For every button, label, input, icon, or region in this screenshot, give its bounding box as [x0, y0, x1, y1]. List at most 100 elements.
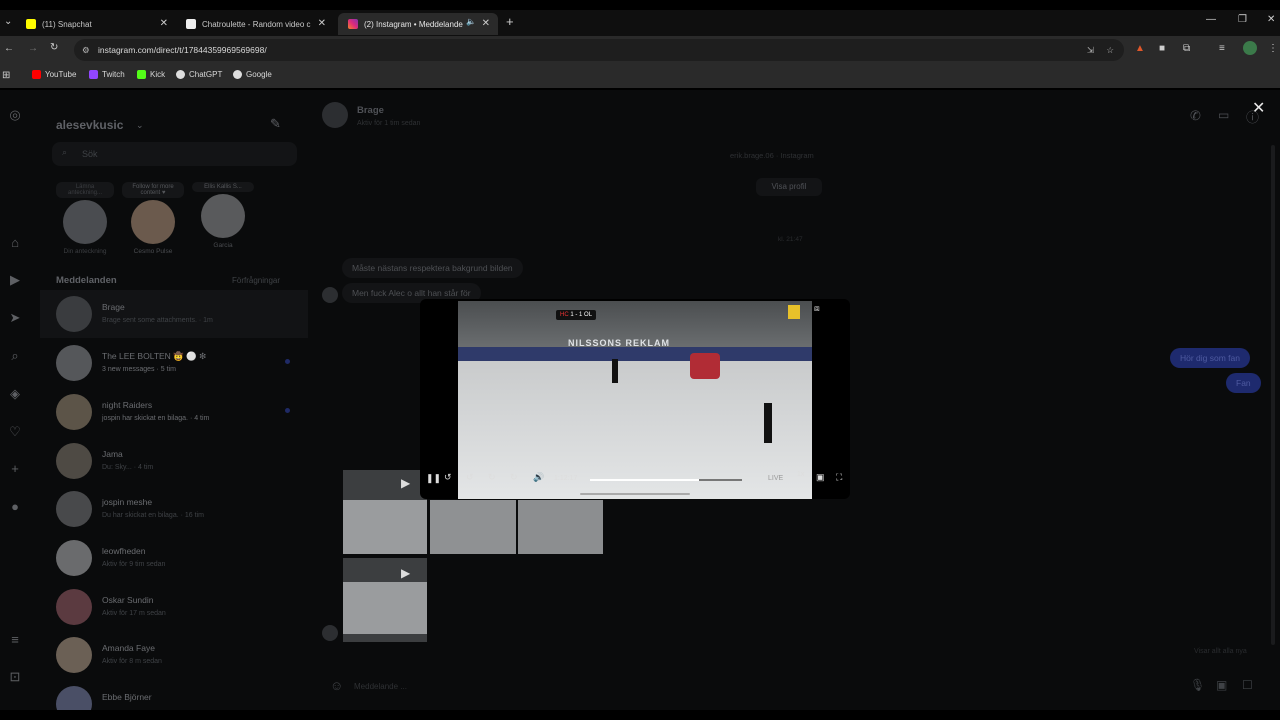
chatgpt-icon — [176, 70, 185, 79]
install-app-icon[interactable]: ⇲ — [1087, 39, 1094, 61]
pause-icon[interactable]: ❚❚ — [426, 473, 441, 484]
media-controls-icon[interactable]: ≡ — [1219, 43, 1225, 54]
create-icon[interactable]: + — [7, 461, 23, 477]
audio-playing-icon[interactable]: 🔈 — [466, 17, 476, 26]
view-profile-button[interactable]: Visa profil — [756, 178, 822, 196]
bookmark-youtube[interactable]: YouTube — [32, 70, 76, 79]
outgoing-message[interactable]: Hör dig som fan — [1170, 348, 1250, 368]
video-attachment-thumbnail[interactable]: ▶ — [343, 558, 427, 642]
window-close-icon[interactable]: ✕ — [1267, 14, 1275, 25]
tab-snapchat[interactable]: (11) Snapchat ✕ — [16, 13, 176, 35]
profile-icon[interactable]: ● — [7, 499, 23, 515]
search-icon[interactable]: ⌕ — [7, 348, 23, 364]
reload-icon[interactable]: ↻ — [50, 42, 58, 53]
picture-in-picture-icon[interactable]: ▣ — [816, 472, 825, 483]
new-tab-button[interactable]: + — [506, 14, 514, 29]
tab-search-icon[interactable]: ⌄ — [4, 16, 12, 27]
note-own[interactable]: Lämna anteckning... Din anteckning — [56, 182, 114, 255]
instagram-logo-icon[interactable]: ◎ — [7, 107, 23, 123]
contact-name[interactable]: Brage — [357, 105, 384, 116]
note-garcia[interactable]: Ellis Kallis S... Garcia — [192, 182, 254, 249]
progress-track[interactable] — [590, 479, 742, 481]
restore-icon[interactable]: ❐ — [1238, 14, 1247, 25]
scrollbar[interactable] — [1271, 145, 1275, 645]
play-icon: ▶ — [401, 476, 411, 490]
requests-link[interactable]: Förfrågningar — [232, 276, 280, 285]
reels-icon[interactable]: ▶ — [7, 272, 23, 288]
video-attachment-thumbnail[interactable]: ▶ — [343, 470, 427, 554]
video-attachment-thumbnail[interactable] — [518, 500, 603, 554]
conversation-row[interactable]: Brage Brage sent some attachments. · 1m — [40, 290, 308, 338]
conversation-row[interactable]: Ebbe Björner — [40, 680, 308, 710]
close-tab-icon[interactable]: ✕ — [160, 18, 168, 29]
extension-flame-icon[interactable]: ▲ — [1135, 43, 1145, 54]
home-icon[interactable]: ⌂ — [7, 235, 23, 251]
conversation-row[interactable]: night Raiders jospin har skickat en bila… — [40, 388, 308, 436]
outgoing-message[interactable]: Fan — [1226, 373, 1261, 393]
bookmark-star-icon[interactable]: ☆ — [1106, 39, 1114, 61]
compose-icon[interactable]: ✎ — [270, 116, 281, 132]
skip-forward-icon[interactable]: ↻ — [488, 472, 496, 483]
heart-icon[interactable]: ♡ — [7, 424, 23, 440]
sticker-icon[interactable]: ☐ — [1242, 678, 1253, 692]
video-call-icon[interactable]: ▭ — [1218, 108, 1229, 122]
search-input[interactable]: ⌕ Sök — [52, 142, 297, 166]
close-viewer-icon[interactable]: ✕ — [1252, 98, 1265, 118]
back-icon[interactable]: ← — [4, 43, 14, 54]
account-username[interactable]: alesevkusic — [56, 118, 123, 132]
extension-icon[interactable]: ■ — [1159, 43, 1165, 54]
phone-icon[interactable]: ✆ — [1190, 108, 1201, 124]
conversation-name: night Raiders — [102, 400, 153, 410]
message-input[interactable]: ☺ Meddelande ... 🎙 ▣ ☐ — [322, 672, 1262, 702]
more-menu-icon[interactable]: ≡ — [7, 632, 23, 648]
bookmark-kick[interactable]: Kick — [137, 70, 165, 79]
tab-instagram[interactable]: (2) Instagram • Meddelande 🔈 ✕ — [338, 13, 498, 35]
video-attachment-thumbnail[interactable] — [430, 500, 516, 554]
contact-status: Aktiv för 1 tim sedan — [357, 120, 421, 127]
incoming-message[interactable]: Måste nästans respektera bakgrund bilden — [342, 258, 523, 278]
team-logo — [788, 305, 800, 319]
fullscreen-icon[interactable]: ⛶ — [836, 472, 842, 483]
close-tab-icon[interactable]: ✕ — [318, 18, 326, 29]
messages-icon[interactable]: ➤ — [7, 310, 23, 326]
microphone-icon[interactable]: 🎙 — [1190, 678, 1205, 692]
bookmark-twitch[interactable]: Twitch — [89, 70, 125, 79]
conversation-row[interactable]: Jama Du: Sky... · 4 tim — [40, 437, 308, 485]
rewind-icon[interactable]: ↺ — [444, 472, 452, 483]
contact-avatar[interactable] — [322, 102, 348, 128]
chevron-down-icon[interactable]: ⌄ — [136, 120, 144, 131]
browser-menu-icon[interactable]: ⋮ — [1268, 43, 1278, 54]
bookmark-chatgpt[interactable]: ChatGPT — [176, 70, 222, 79]
image-icon[interactable]: ▣ — [1216, 678, 1227, 692]
address-bar[interactable]: ⚙ instagram.com/direct/t/178443599695696… — [74, 39, 1124, 61]
conversation-row[interactable]: Amanda Faye Aktiv för 8 m sedan — [40, 631, 308, 679]
conversation-row[interactable]: Oskar Sundin Aktiv för 17 m sedan — [40, 583, 308, 631]
minimize-icon[interactable]: — — [1206, 14, 1216, 25]
tab-chatroulette[interactable]: Chatroulette - Random video c ✕ — [176, 13, 334, 35]
volume-icon[interactable]: 🔊 — [533, 472, 544, 483]
skip-back-icon[interactable]: ↺ — [466, 472, 474, 483]
site-info-icon[interactable]: ⚙ — [82, 39, 90, 61]
threads-icon[interactable]: ⊡ — [7, 669, 23, 685]
bookmark-google[interactable]: Google — [233, 70, 272, 79]
forward-icon[interactable]: → — [28, 43, 38, 54]
speed-label[interactable]: 1x — [797, 471, 804, 478]
extensions-puzzle-icon[interactable]: ⧉ — [1183, 43, 1190, 54]
video-player[interactable]: NILSSONS REKLAM HC 1 - 1 OL ⧈ ❚❚ ↺ ↺ ↻ ↻… — [420, 299, 850, 499]
bookmark-label: Google — [246, 70, 272, 79]
tab-title: (11) Snapchat — [42, 19, 92, 29]
note-cesmo[interactable]: Follow for more content ♥ Cesmo Pulse — [122, 182, 184, 255]
avatar — [56, 296, 92, 332]
close-tab-icon[interactable]: ✕ — [482, 18, 490, 29]
conversation-row[interactable]: leowfheden Aktiv för 9 tim sedan — [40, 534, 308, 582]
airplay-icon[interactable]: ⧈ — [814, 303, 820, 314]
search-placeholder: Sök — [82, 149, 98, 159]
explore-icon[interactable]: ◈ — [7, 386, 23, 402]
conversation-row[interactable]: jospin meshe Du har skickat en bilaga. ·… — [40, 485, 308, 533]
conversation-row[interactable]: The LEE BOLTEN 🤠 ⚪ ❇ 3 new messages · 5 … — [40, 339, 308, 387]
scrubber-handle[interactable] — [580, 493, 690, 495]
apps-grid-icon[interactable]: ⊞ — [2, 70, 10, 81]
fast-forward-icon[interactable]: ↻ — [510, 472, 518, 483]
profile-avatar[interactable] — [1243, 41, 1257, 55]
emoji-icon[interactable]: ☺ — [330, 678, 343, 693]
